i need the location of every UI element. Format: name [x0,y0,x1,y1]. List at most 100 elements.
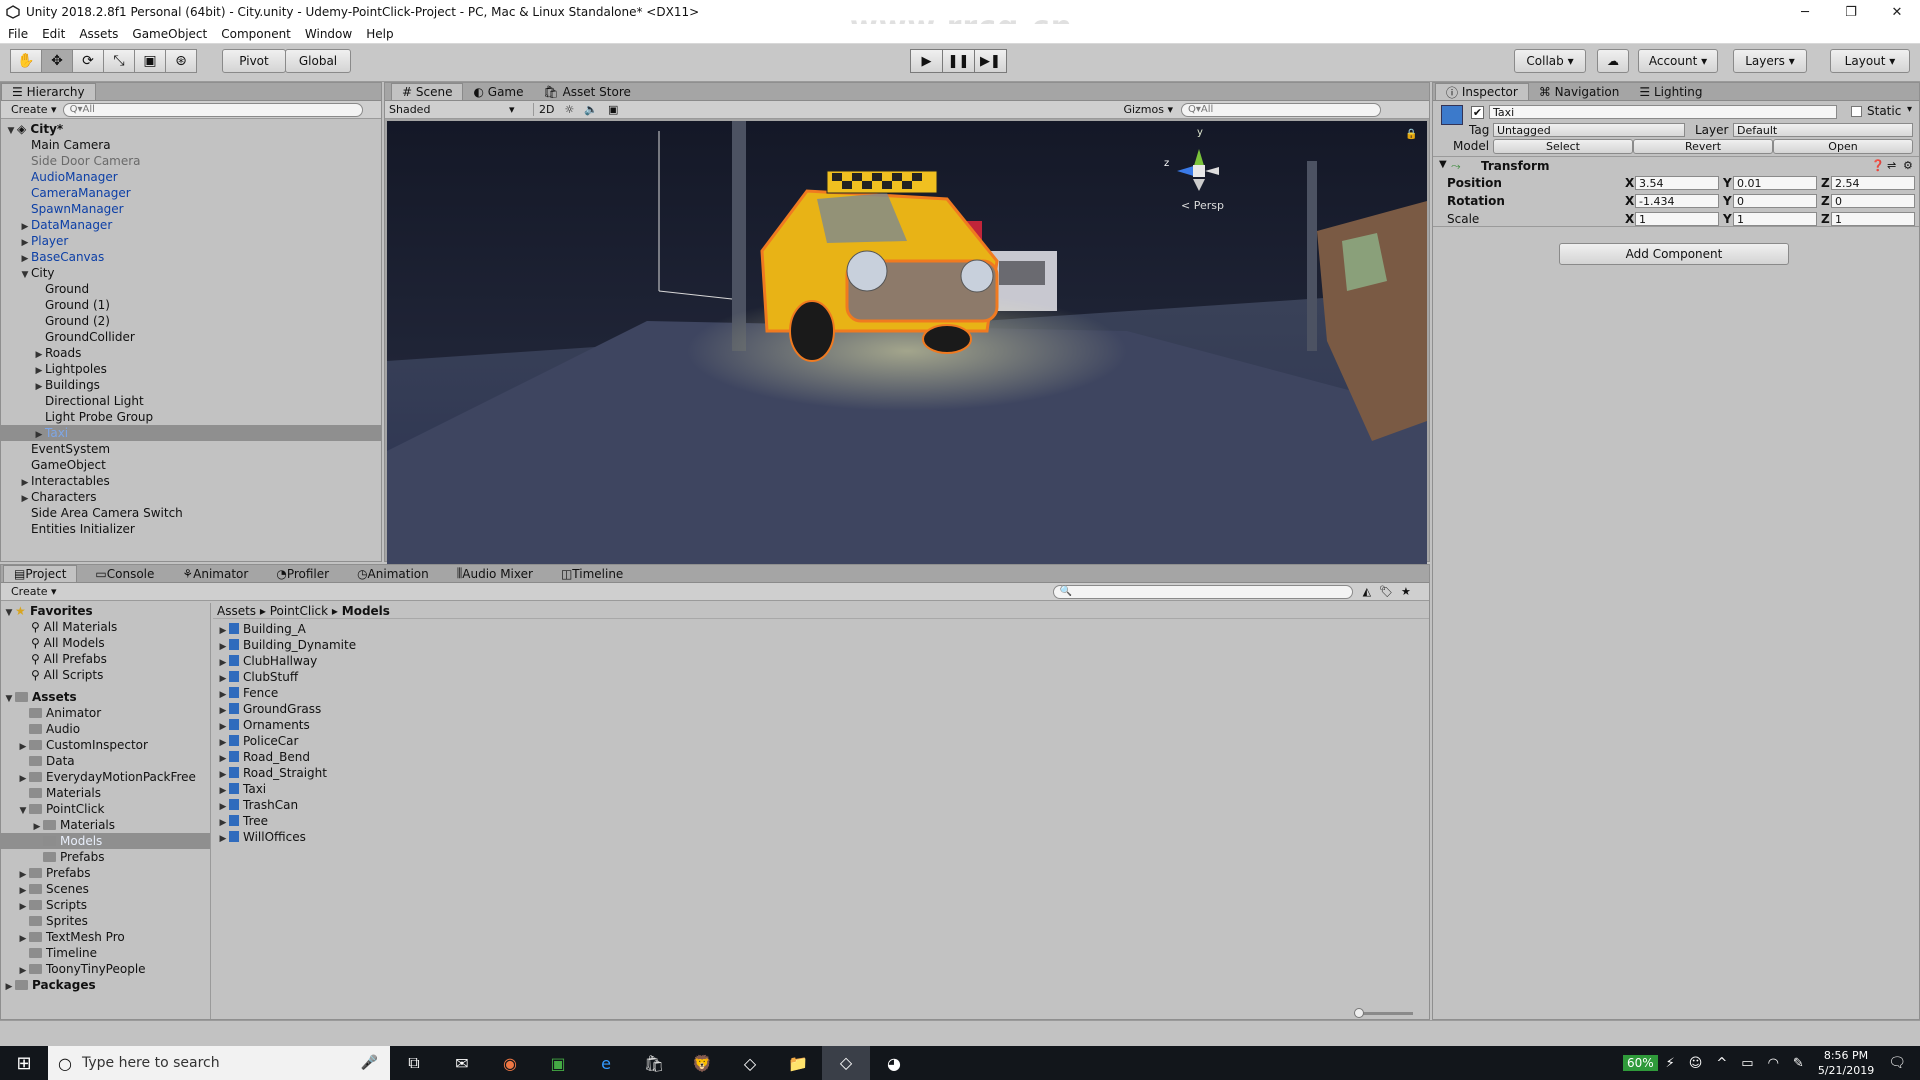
menu-assets[interactable]: Assets [79,27,118,41]
hierarchy-item[interactable]: Ground (1) [1,297,381,313]
hierarchy-item[interactable]: Light Probe Group [1,409,381,425]
hierarchy-item[interactable]: Ground (2) [1,313,381,329]
asset-item[interactable]: ▶ Road_Straight [213,765,1429,781]
model-revert-button[interactable]: Revert [1633,139,1773,154]
clock[interactable]: 8:56 PM 5/21/2019 [1818,1048,1874,1078]
toggle-2d-button[interactable]: 2D [533,103,559,116]
folder-item[interactable]: ▶ Scripts [1,897,210,913]
rect-tool-icon[interactable]: ▣ [134,49,166,73]
hierarchy-item[interactable]: Main Camera [1,137,381,153]
app-icon[interactable]: ▣ [534,1054,582,1073]
folder-item[interactable]: ▶ CustomInspector [1,737,210,753]
breadcrumb-pointclick[interactable]: PointClick [270,604,328,618]
slider-handle[interactable] [1354,1008,1364,1018]
hierarchy-item[interactable]: ▶ Interactables [1,473,381,489]
project-create-button[interactable]: Create ▾ [5,585,63,599]
expand-arrow-icon[interactable]: ▶ [3,979,15,995]
asset-item[interactable]: ▶ PoliceCar [213,733,1429,749]
scene-viewport[interactable]: y z < Persp 🔒 [387,121,1427,574]
task-view-icon[interactable]: ⧉ [390,1053,438,1073]
shading-dropdown[interactable]: Shaded [389,103,509,116]
close-icon[interactable]: ✕ [1874,0,1920,24]
effects-toggle-icon[interactable]: ▣ [603,103,623,116]
preset-icon[interactable]: ⇌ [1887,159,1896,172]
brave-icon[interactable]: 🦁 [678,1054,726,1073]
hierarchy-item[interactable]: ▶ Taxi [1,425,381,441]
asset-item[interactable]: ▶ Tree [213,813,1429,829]
active-checkbox[interactable]: ✔ [1471,106,1484,119]
favorite-star-icon[interactable]: ★ [1401,585,1411,598]
filter-label-icon[interactable]: 🏷 [1379,585,1393,598]
pause-icon[interactable]: ❚❚ [942,49,975,73]
position-x-field[interactable]: 3.54 [1635,176,1719,190]
tab-console[interactable]: ▭ Console [85,565,164,582]
hierarchy-item[interactable]: Directional Light [1,393,381,409]
tab-hierarchy[interactable]: ☰ Hierarchy [1,83,96,100]
transform-expand-icon[interactable]: ▼ [1439,159,1447,170]
position-y-field[interactable]: 0.01 [1733,176,1817,190]
folder-item[interactable]: Materials [1,785,210,801]
project-search-input[interactable]: 🔍 [1052,584,1353,599]
hierarchy-item[interactable]: Entities Initializer [1,521,381,537]
menu-file[interactable]: File [8,27,28,41]
folder-item[interactable]: Data [1,753,210,769]
folder-item[interactable]: Animator [1,705,210,721]
hierarchy-item[interactable]: ▶ BaseCanvas [1,249,381,265]
hierarchy-item[interactable]: GameObject [1,457,381,473]
layer-dropdown[interactable]: Default [1733,123,1913,137]
collab-button[interactable]: Collab ▾ [1514,49,1586,73]
scene-search-input[interactable]: Q▾All [1181,102,1382,117]
unity-editor-icon[interactable]: ◇ [822,1046,870,1080]
hierarchy-item[interactable]: ▼ City [1,265,381,281]
persp-label[interactable]: < Persp [1181,199,1224,212]
hierarchy-item[interactable]: Ground [1,281,381,297]
breadcrumb-assets[interactable]: Assets [217,604,256,618]
favorite-item[interactable]: ⚲ All Prefabs [1,651,210,667]
tab-scene[interactable]: # Scene [391,83,464,100]
breadcrumb-models[interactable]: Models [342,604,390,618]
menu-edit[interactable]: Edit [42,27,65,41]
mail-icon[interactable]: ✉ [438,1054,486,1073]
microphone-icon[interactable]: 🎤 [361,1055,378,1071]
asset-item[interactable]: ▶ ClubHallway [213,653,1429,669]
tab-game[interactable]: ◐ Game [463,83,533,100]
asset-item[interactable]: ▶ TrashCan [213,797,1429,813]
folder-item[interactable]: Sprites [1,913,210,929]
lighting-toggle-icon[interactable]: ☼ [559,103,579,116]
folder-item[interactable]: ▶ Prefabs [1,865,210,881]
hierarchy-item[interactable]: ▶ Lightpoles [1,361,381,377]
asset-item[interactable]: ▶ Road_Bend [213,749,1429,765]
add-component-button[interactable]: Add Component [1559,243,1789,265]
notifications-icon[interactable]: 🗨 [1888,1055,1906,1071]
tab-lighting[interactable]: ☰ Lighting [1629,83,1712,100]
asset-item[interactable]: ▶ WillOffices [213,829,1429,845]
icon-size-slider[interactable] [1354,1008,1413,1018]
asset-item[interactable]: ▶ ClubStuff [213,669,1429,685]
folder-item[interactable]: ▶ TextMesh Pro [1,929,210,945]
rotate-tool-icon[interactable]: ⟳ [72,49,104,73]
tab-project[interactable]: ▤ Project [3,565,78,582]
hierarchy-item[interactable]: ▶ DataManager [1,217,381,233]
model-select-button[interactable]: Select [1493,139,1633,154]
move-tool-icon[interactable]: ✥ [41,49,73,73]
asset-item[interactable]: ▶ Fence [213,685,1429,701]
scale-z-field[interactable]: 1 [1831,212,1915,226]
asset-item[interactable]: ▶ Building_Dynamite [213,637,1429,653]
folder-item[interactable]: ▶ EverydayMotionPackFree [1,769,210,785]
static-checkbox[interactable] [1851,106,1862,117]
hierarchy-item[interactable]: AudioManager [1,169,381,185]
play-icon[interactable]: ▶ [910,49,943,73]
windows-start-icon[interactable]: ⊞ [0,1053,48,1074]
show-hidden-icon[interactable]: ^ [1716,1056,1727,1071]
rotation-z-field[interactable]: 0 [1831,194,1915,208]
tab-asset-store[interactable]: 🛍 Asset Store [534,83,641,100]
favorite-item[interactable]: ⚲ All Models [1,635,210,651]
file-explorer-icon[interactable]: 📁 [774,1054,822,1073]
pen-icon[interactable]: ✎ [1793,1056,1804,1071]
hierarchy-item[interactable]: ▶ Characters [1,489,381,505]
store-icon[interactable]: 🛍 [630,1054,678,1073]
hierarchy-item[interactable]: Side Door Camera [1,153,381,169]
folder-item[interactable]: ▶ ToonyTinyPeople [1,961,210,977]
hierarchy-search-input[interactable]: Q▾All [62,102,363,117]
hierarchy-item[interactable]: ▶ Roads [1,345,381,361]
